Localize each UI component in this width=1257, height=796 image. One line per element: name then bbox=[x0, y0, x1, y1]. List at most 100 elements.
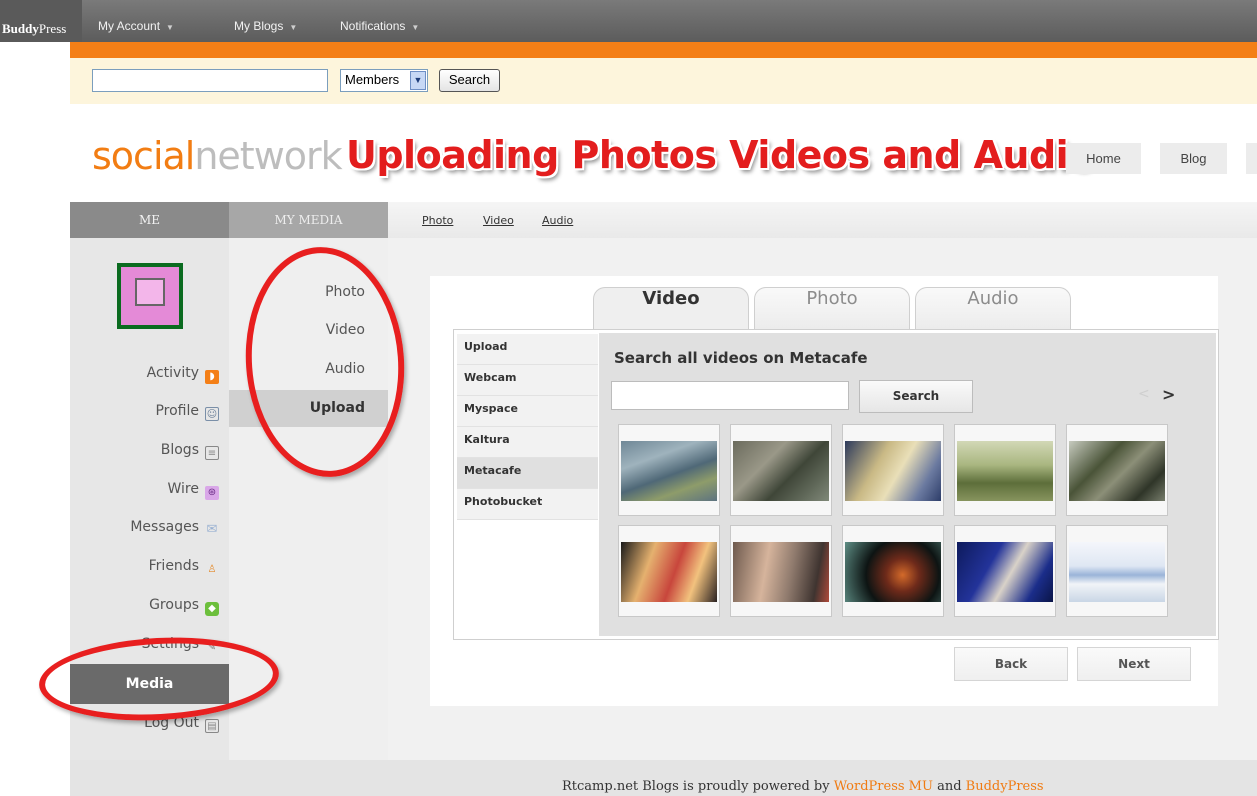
video-thumbnail[interactable] bbox=[842, 525, 944, 617]
sidebar-item-groups[interactable]: Groups ◆ bbox=[70, 597, 219, 616]
nav-blog[interactable]: Blog bbox=[1160, 143, 1227, 174]
footer-text: Rtcamp.net Blogs is proudly powered by W… bbox=[562, 779, 1044, 794]
nav-more[interactable] bbox=[1246, 143, 1257, 174]
video-search-input[interactable] bbox=[611, 381, 849, 410]
video-thumbnail[interactable] bbox=[730, 424, 832, 516]
video-thumbnail-image bbox=[957, 542, 1053, 602]
sub-link-photo[interactable]: Photo bbox=[422, 214, 453, 227]
sub-link-audio[interactable]: Audio bbox=[542, 214, 573, 227]
chevron-down-icon[interactable]: ▼ bbox=[410, 71, 426, 90]
video-thumbnail-image bbox=[733, 441, 829, 501]
video-thumbnail[interactable] bbox=[954, 424, 1056, 516]
sidebar-item-settings[interactable]: Settings ✎ bbox=[70, 636, 219, 655]
person-icon: ♙ bbox=[207, 564, 217, 575]
site-search-input[interactable] bbox=[92, 69, 328, 92]
tab-photo[interactable]: Photo bbox=[754, 287, 910, 329]
sidebar-item-label: Settings bbox=[141, 636, 199, 652]
avatar-face bbox=[135, 278, 165, 306]
sidebar-item-label: Groups bbox=[149, 597, 199, 613]
sidebar-item-blogs[interactable]: Blogs ≡ bbox=[70, 442, 219, 460]
logo-bold-text: Buddy bbox=[2, 21, 39, 36]
tab-my-media[interactable]: MY MEDIA bbox=[229, 202, 388, 238]
search-band: Members ▼ Search bbox=[70, 58, 1257, 104]
sidebar-item-logout[interactable]: Log Out ▤ bbox=[70, 715, 219, 733]
search-scope-select[interactable]: Members ▼ bbox=[340, 69, 428, 92]
video-thumbnail-image bbox=[957, 441, 1053, 501]
next-button[interactable]: Next bbox=[1077, 647, 1191, 681]
logout-icon: ▤ bbox=[205, 719, 219, 733]
site-title-social: social bbox=[92, 134, 195, 178]
video-thumbnail[interactable] bbox=[954, 525, 1056, 617]
video-thumbnail[interactable] bbox=[842, 424, 944, 516]
sidebar-item-label: Friends bbox=[148, 558, 199, 574]
source-photobucket[interactable]: Photobucket bbox=[457, 489, 598, 520]
video-thumbnail[interactable] bbox=[1066, 525, 1168, 617]
footer-middle: and bbox=[932, 779, 966, 794]
sidebar-item-label: Activity bbox=[146, 365, 199, 381]
envelope-icon: ✉ bbox=[206, 522, 218, 537]
media-menu-audio[interactable]: Audio bbox=[229, 361, 365, 377]
orange-bar bbox=[70, 42, 1257, 58]
footer-link-buddypress[interactable]: BuddyPress bbox=[966, 779, 1044, 794]
media-menu-upload[interactable]: Upload bbox=[229, 400, 365, 416]
admin-menu-notifications[interactable]: Notifications ▼ bbox=[340, 19, 419, 33]
buddypress-logo[interactable]: BuddyPress bbox=[0, 0, 82, 42]
video-thumbnail[interactable] bbox=[618, 525, 720, 617]
video-thumbnail-image bbox=[733, 542, 829, 602]
media-menu-video[interactable]: Video bbox=[229, 322, 365, 338]
nav-home[interactable]: Home bbox=[1066, 143, 1141, 174]
site-title-network: network bbox=[194, 134, 342, 178]
sidebar-item-label: Profile bbox=[155, 403, 199, 419]
sidebar-item-profile[interactable]: Profile ☺ bbox=[70, 403, 219, 421]
source-kaltura[interactable]: Kaltura bbox=[457, 427, 598, 458]
back-button[interactable]: Back bbox=[954, 647, 1068, 681]
sidebar-item-friends[interactable]: Friends ♙ bbox=[70, 558, 219, 577]
video-thumbnail-image bbox=[621, 542, 717, 602]
sub-link-video[interactable]: Video bbox=[483, 214, 514, 227]
video-search-title: Search all videos on Metacafe bbox=[614, 349, 868, 367]
source-myspace[interactable]: Myspace bbox=[457, 396, 598, 427]
source-metacafe[interactable]: Metacafe bbox=[457, 458, 598, 489]
site-title[interactable]: socialnetwork bbox=[92, 134, 343, 178]
source-webcam[interactable]: Webcam bbox=[457, 365, 598, 396]
avatar-image bbox=[121, 267, 179, 325]
chevron-right-icon[interactable]: > bbox=[1162, 385, 1175, 404]
sidebar-item-media[interactable]: Media bbox=[70, 664, 229, 704]
admin-bar: BuddyPress My Account ▼ My Blogs ▼ Notific… bbox=[0, 0, 1257, 42]
sidebar-item-label: Messages bbox=[130, 519, 199, 535]
video-thumbnail-image bbox=[1069, 542, 1165, 602]
video-thumbnail-image bbox=[845, 542, 941, 602]
search-scope-value: Members bbox=[345, 72, 400, 87]
site-search-button[interactable]: Search bbox=[439, 69, 500, 92]
media-menu-photo[interactable]: Photo bbox=[229, 284, 365, 300]
media-menu bbox=[229, 238, 388, 760]
footer-link-wordpress-mu[interactable]: WordPress MU bbox=[834, 779, 933, 794]
annotation-caption: Uploading Photos Videos and Audio bbox=[346, 133, 1094, 177]
cube-icon: ◆ bbox=[205, 602, 219, 616]
wrench-icon: ✎ bbox=[207, 642, 217, 653]
video-thumbnail-image bbox=[845, 441, 941, 501]
video-thumbnail[interactable] bbox=[1066, 424, 1168, 516]
video-thumbnail[interactable] bbox=[618, 424, 720, 516]
admin-menu-my-account[interactable]: My Account ▼ bbox=[98, 19, 174, 33]
sidebar-item-label: Blogs bbox=[160, 442, 199, 458]
video-thumbnail-image bbox=[1069, 441, 1165, 501]
tab-audio[interactable]: Audio bbox=[915, 287, 1071, 329]
sidebar-item-messages[interactable]: Messages ✉ bbox=[70, 519, 219, 537]
tab-video[interactable]: Video bbox=[593, 287, 749, 329]
sidebar-item-wire[interactable]: Wire ⊛ bbox=[70, 481, 219, 500]
admin-menu-my-blogs[interactable]: My Blogs ▼ bbox=[234, 19, 297, 33]
sidebar-item-activity[interactable]: Activity ◗ bbox=[70, 365, 219, 384]
sidebar-item-label: Log Out bbox=[144, 715, 199, 731]
tab-me[interactable]: ME bbox=[70, 202, 229, 238]
chevron-left-icon[interactable]: < bbox=[1138, 386, 1150, 402]
admin-menu-label: My Blogs bbox=[234, 19, 284, 33]
video-thumbnail-image bbox=[621, 441, 717, 501]
avatar[interactable] bbox=[117, 263, 183, 329]
video-thumbnail[interactable] bbox=[730, 525, 832, 617]
profile-icon: ☺ bbox=[205, 407, 219, 421]
video-search-button[interactable]: Search bbox=[859, 380, 973, 413]
source-upload[interactable]: Upload bbox=[457, 334, 598, 365]
blogs-icon: ≡ bbox=[205, 446, 219, 460]
rss-icon: ◗ bbox=[205, 370, 219, 384]
